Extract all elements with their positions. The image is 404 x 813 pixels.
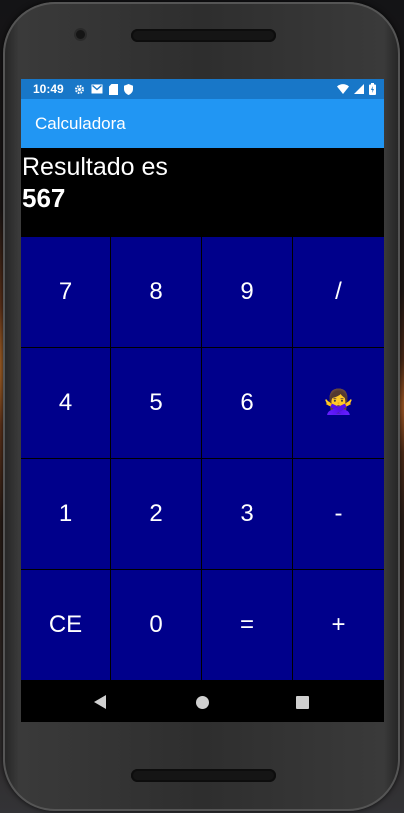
home-icon[interactable]	[196, 696, 209, 709]
key-label: 0	[149, 611, 163, 638]
key-label: 3	[240, 500, 254, 527]
gmail-icon	[91, 84, 103, 94]
navigation-bar	[21, 681, 384, 722]
key-divide[interactable]: /	[293, 237, 384, 347]
key-label: 2	[149, 500, 163, 527]
status-bar: 10:49	[21, 79, 384, 99]
key-label: 5	[149, 389, 163, 416]
key-label: /	[335, 278, 342, 305]
key-label: 6	[240, 389, 254, 416]
key-subtract[interactable]: -	[293, 459, 384, 569]
recents-icon[interactable]	[296, 696, 309, 709]
top-speaker-grille	[131, 29, 276, 42]
key-5[interactable]: 5	[111, 348, 201, 458]
battery-icon	[369, 83, 376, 95]
back-icon[interactable]	[94, 695, 106, 709]
cell-signal-icon	[354, 84, 364, 94]
key-3[interactable]: 3	[202, 459, 292, 569]
bottom-speaker-grille	[131, 769, 276, 782]
result-label: Resultado es	[22, 153, 168, 181]
shield-icon	[123, 83, 133, 95]
key-label: +	[331, 611, 346, 638]
key-1[interactable]: 1	[21, 459, 110, 569]
key-8[interactable]: 8	[111, 237, 201, 347]
key-label: 4	[58, 389, 73, 416]
gear-icon	[74, 84, 84, 94]
front-camera	[76, 30, 85, 39]
key-label: =	[239, 611, 254, 638]
key-4[interactable]: 4	[21, 348, 110, 458]
keypad: 7 8 9 / 4 5 6 🙅‍♀️ 1 2 3 - CE 0 = +	[21, 237, 384, 681]
status-time: 10:49	[33, 82, 64, 96]
status-icons-right	[337, 83, 376, 95]
app-bar: Calculadora	[21, 99, 384, 148]
result-panel: Resultado es 567	[21, 148, 384, 237]
result-value: 567	[22, 183, 66, 213]
key-label: -	[334, 500, 343, 527]
status-icons-left	[74, 83, 133, 95]
key-label: CE	[48, 611, 83, 638]
key-label: 9	[240, 278, 254, 305]
key-6[interactable]: 6	[202, 348, 292, 458]
key-add[interactable]: +	[293, 570, 384, 680]
sd-card-icon	[108, 83, 118, 95]
key-0[interactable]: 0	[111, 570, 201, 680]
key-equals[interactable]: =	[202, 570, 292, 680]
woman-gesturing-no-icon: 🙅‍♀️	[323, 389, 354, 416]
key-2[interactable]: 2	[111, 459, 201, 569]
key-label: 8	[149, 278, 163, 305]
key-clear[interactable]: CE	[21, 570, 110, 680]
key-9[interactable]: 9	[202, 237, 292, 347]
key-label: 7	[58, 278, 73, 305]
key-7[interactable]: 7	[21, 237, 110, 347]
key-label: 1	[58, 500, 73, 527]
wifi-icon	[337, 84, 349, 94]
phone-screen: 10:49 Calculadora Resultado es 567 7 8 9…	[21, 79, 384, 722]
app-title: Calculadora	[35, 113, 126, 133]
key-multiply[interactable]: 🙅‍♀️	[293, 348, 384, 458]
